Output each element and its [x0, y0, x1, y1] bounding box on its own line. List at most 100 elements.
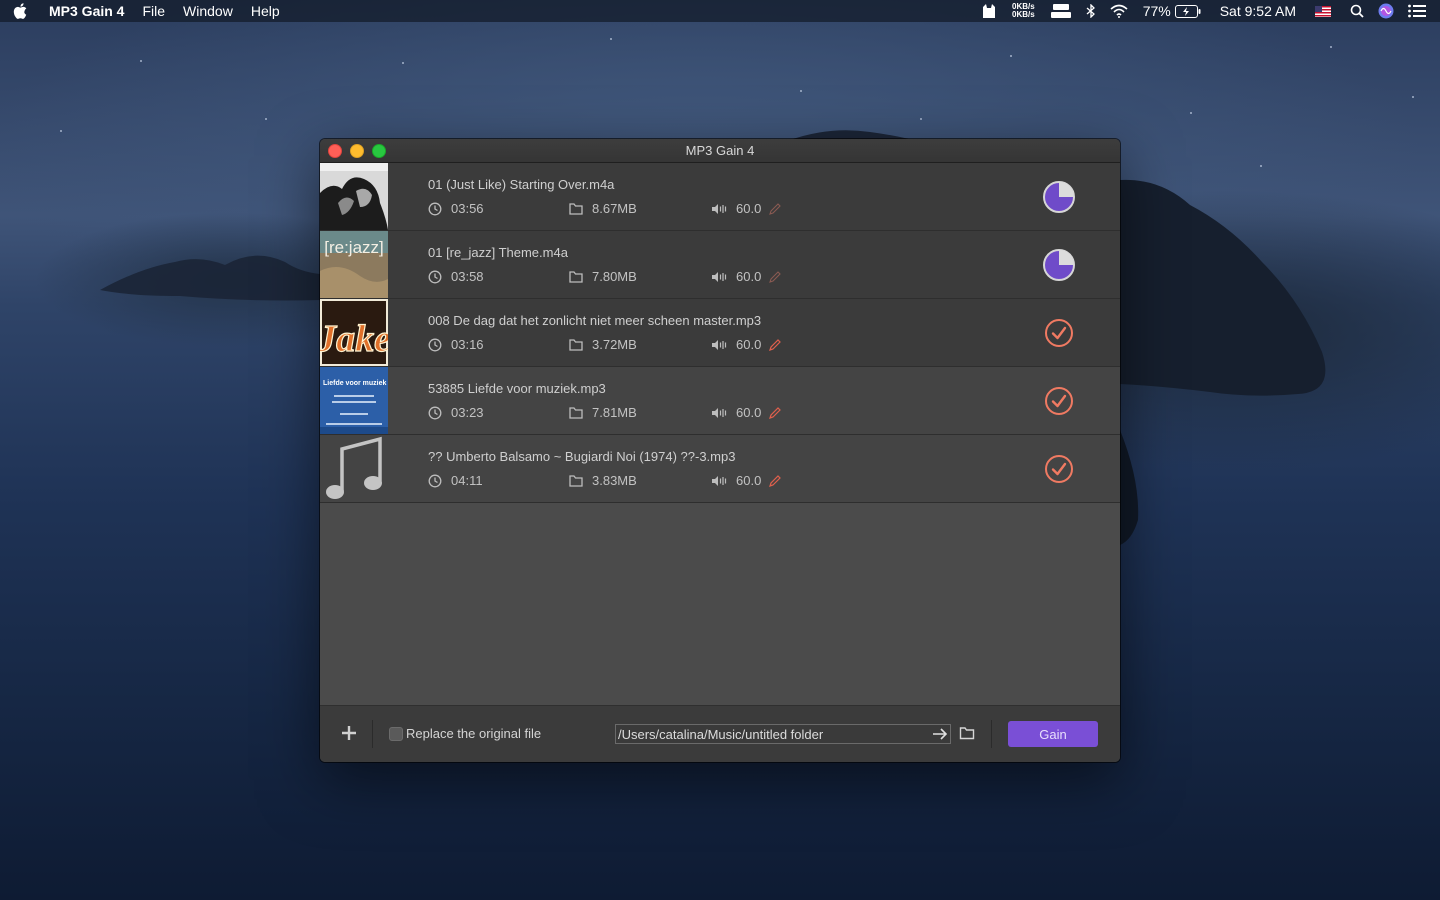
file-size: 7.81MB — [569, 405, 637, 420]
file-name: 01 [re_jazz] Theme.m4a — [428, 245, 568, 260]
clock-icon — [428, 474, 442, 487]
pencil-icon[interactable] — [769, 406, 782, 419]
file-duration: 03:56 — [428, 201, 484, 216]
clock-icon — [428, 338, 442, 351]
checkmark-circle-icon — [1045, 455, 1073, 483]
window-title: MP3 Gain 4 — [685, 143, 755, 158]
album-art-text: Liefde voor muziek — [323, 380, 387, 387]
siri-icon[interactable] — [1378, 3, 1394, 19]
size-value: 3.83MB — [592, 473, 637, 488]
pencil-icon[interactable] — [769, 202, 782, 215]
pencil-icon[interactable] — [769, 270, 782, 283]
speaker-icon — [712, 475, 727, 486]
arrow-right-icon[interactable] — [931, 726, 949, 742]
pencil-icon[interactable] — [769, 474, 782, 487]
size-value: 8.67MB — [592, 201, 637, 216]
bluetooth-icon[interactable] — [1086, 4, 1096, 18]
checkmark-circle-icon — [1045, 387, 1073, 415]
file-size: 3.72MB — [569, 337, 637, 352]
menu-help[interactable]: Help — [242, 0, 289, 22]
menu-app-name[interactable]: MP3 Gain 4 — [40, 0, 133, 22]
replace-original-checkbox[interactable] — [389, 727, 403, 741]
clock-icon — [428, 406, 442, 419]
duration-value: 03:16 — [451, 337, 484, 352]
file-size: 3.83MB — [569, 473, 637, 488]
file-volume: 60.0 — [711, 405, 782, 420]
file-list: 01 (Just Like) Starting Over.m4a 03:56 8… — [320, 163, 1120, 707]
folder-icon — [569, 338, 583, 351]
cat-icon[interactable] — [981, 3, 997, 19]
clock-icon — [428, 202, 442, 215]
menubar-clock[interactable]: Sat 9:52 AM — [1220, 3, 1296, 19]
folder-icon — [569, 474, 583, 487]
speaker-icon — [712, 271, 727, 282]
file-row[interactable]: 01 (Just Like) Starting Over.m4a 03:56 8… — [320, 163, 1120, 231]
duration-value: 04:11 — [451, 473, 483, 488]
volume-value: 60.0 — [736, 337, 762, 352]
menu-window[interactable]: Window — [174, 0, 242, 22]
duration-value: 03:58 — [451, 269, 484, 284]
album-art — [320, 163, 388, 230]
folder-icon — [569, 202, 583, 215]
menu-file[interactable]: File — [133, 0, 174, 22]
title-bar[interactable]: MP3 Gain 4 — [320, 139, 1120, 163]
output-path-field[interactable] — [615, 724, 951, 744]
file-row[interactable]: Jake 008 De dag dat het zonlicht niet me… — [320, 299, 1120, 367]
volume-value: 60.0 — [736, 473, 762, 488]
file-row[interactable]: [re:jazz] 01 [re_jazz] Theme.m4a 03:58 7… — [320, 231, 1120, 299]
drive-icon[interactable] — [1050, 3, 1072, 19]
choose-folder-button[interactable] — [959, 725, 975, 741]
spotlight-icon[interactable] — [1350, 4, 1364, 18]
network-speed[interactable]: 0KB/s 0KB/s — [1012, 3, 1035, 19]
minimize-button[interactable] — [350, 144, 364, 158]
toolbar-divider — [991, 720, 992, 748]
volume-value: 60.0 — [736, 269, 762, 284]
progress-pie-icon — [1043, 249, 1075, 281]
add-files-button[interactable] — [340, 724, 358, 742]
pencil-icon[interactable] — [769, 338, 782, 351]
file-duration: 03:16 — [428, 337, 484, 352]
folder-icon — [569, 406, 583, 419]
folder-icon — [569, 270, 583, 283]
file-duration: 03:58 — [428, 269, 484, 284]
file-name: 53885 Liefde voor muziek.mp3 — [428, 381, 606, 396]
battery-icon[interactable] — [1174, 4, 1201, 18]
notification-center-icon[interactable] — [1408, 4, 1426, 18]
battery-percent[interactable]: 77% — [1143, 3, 1171, 19]
bottom-toolbar: Replace the original file Gain — [320, 705, 1120, 762]
music-note-icon — [326, 436, 382, 499]
file-volume: 60.0 — [711, 473, 782, 488]
size-value: 7.81MB — [592, 405, 637, 420]
clock-icon — [428, 270, 442, 283]
file-name: ?? Umberto Balsamo ~ Bugiardi Noi (1974)… — [428, 449, 736, 464]
wifi-icon[interactable] — [1110, 4, 1128, 18]
volume-value: 60.0 — [736, 201, 762, 216]
duration-value: 03:23 — [451, 405, 484, 420]
net-download-speed: 0KB/s — [1012, 10, 1035, 19]
album-art-text: Jake — [320, 318, 388, 360]
album-art — [320, 435, 388, 502]
album-art: Jake — [320, 299, 388, 366]
album-art-text: [re:jazz] — [324, 238, 384, 257]
size-value: 3.72MB — [592, 337, 637, 352]
zoom-button[interactable] — [372, 144, 386, 158]
gain-button[interactable]: Gain — [1008, 721, 1098, 747]
us-flag-icon[interactable] — [1315, 5, 1331, 17]
duration-value: 03:56 — [451, 201, 484, 216]
file-row[interactable]: Liefde voor muziek 53885 Liefde voor muz… — [320, 367, 1120, 435]
apple-logo-icon[interactable] — [0, 3, 40, 19]
file-volume: 60.0 — [711, 337, 782, 352]
size-value: 7.80MB — [592, 269, 637, 284]
progress-pie-icon — [1043, 181, 1075, 213]
file-size: 7.80MB — [569, 269, 637, 284]
file-volume: 60.0 — [711, 201, 782, 216]
album-art: Liefde voor muziek — [320, 367, 388, 434]
file-row[interactable]: ?? Umberto Balsamo ~ Bugiardi Noi (1974)… — [320, 435, 1120, 503]
toolbar-divider — [372, 720, 373, 748]
volume-value: 60.0 — [736, 405, 762, 420]
album-art: [re:jazz] — [320, 231, 388, 298]
replace-original-label[interactable]: Replace the original file — [406, 726, 541, 741]
file-volume: 60.0 — [711, 269, 782, 284]
close-button[interactable] — [328, 144, 342, 158]
file-duration: 03:23 — [428, 405, 484, 420]
